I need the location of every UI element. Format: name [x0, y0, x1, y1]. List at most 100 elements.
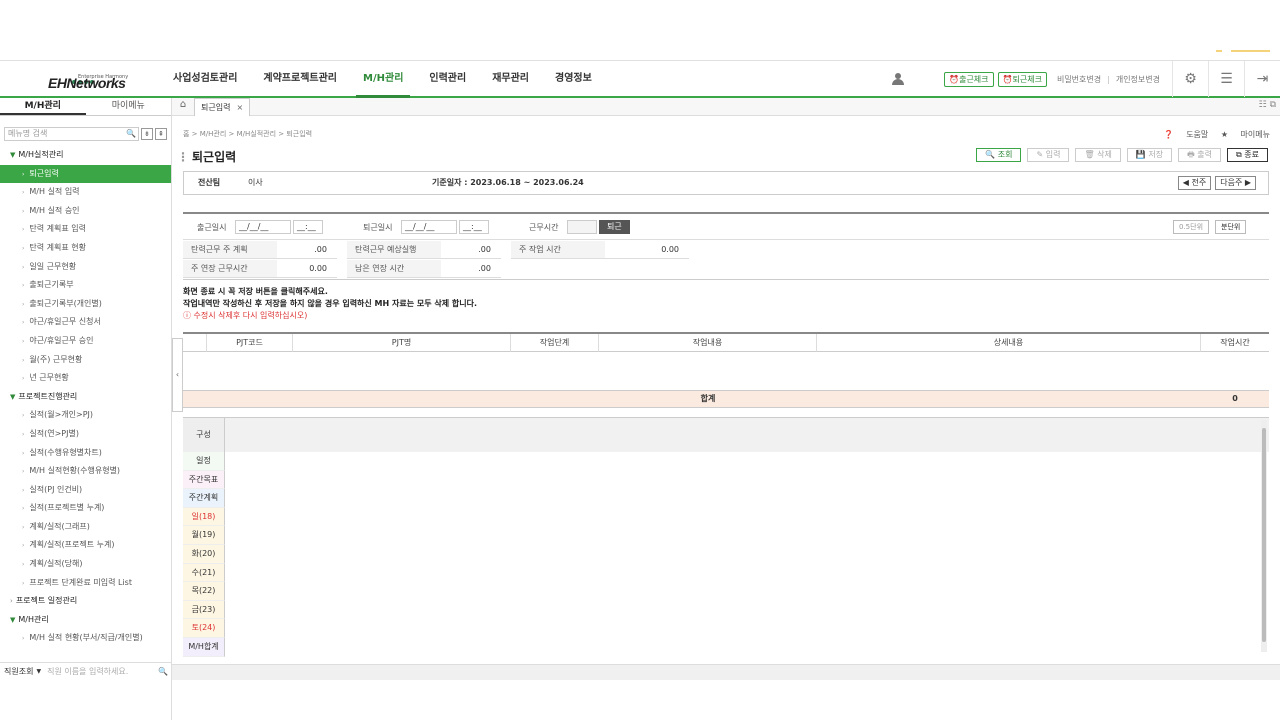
unit-half-button[interactable]: 0.5단위	[1173, 220, 1210, 234]
leave-button[interactable]: 퇴근	[599, 220, 630, 234]
tree-group-0[interactable]: ▼ M/H실적관리	[0, 146, 171, 165]
menu-icon[interactable]: ☰	[1208, 61, 1244, 97]
header-right: ⏰출근체크 ⏰퇴근체크 비밀번호변경 | 개인정보변경 ⚙ ☰ ⇥	[892, 61, 1280, 97]
sidebar-item[interactable]: › 야근/휴일근무 승인	[0, 332, 171, 351]
tab-mh[interactable]: M/H관리	[0, 98, 86, 115]
home-icon[interactable]: ⌂	[174, 99, 192, 115]
gnb-menu-1[interactable]: 계약프로젝트관리	[250, 61, 350, 97]
col-pjt-code[interactable]: PJT코드	[207, 334, 293, 352]
checkin-button[interactable]: ⏰출근체크	[944, 71, 994, 87]
close-icon[interactable]: ×	[236, 103, 243, 112]
menu-search-input[interactable]: 메뉴명 검색 🔍	[4, 127, 139, 141]
settings-gear-icon[interactable]: ⚙	[1172, 61, 1208, 97]
tree-group-1[interactable]: ▼ 프로젝트진행관리	[0, 388, 171, 407]
input-button[interactable]: ✎ 입력	[1027, 148, 1070, 162]
worktime-input[interactable]	[567, 220, 597, 234]
profile-change-link[interactable]: 개인정보변경	[1116, 74, 1160, 85]
exit-button[interactable]: ⧉ 종료	[1227, 148, 1268, 162]
sidebar-item[interactable]: › M/H 실적 현황(부서/직급/개인별)	[0, 629, 171, 648]
chevron-right-icon: ›	[22, 337, 25, 345]
sidebar-item[interactable]: › M/H 실적현황(수행유형별)	[0, 462, 171, 481]
gnb-menu-5[interactable]: 경영정보	[542, 61, 605, 97]
chevron-down-icon: ▼	[10, 151, 16, 159]
mymenu-label: 마이메뉴	[1240, 130, 1270, 139]
tree-group-3[interactable]: ▼ M/H관리	[0, 611, 171, 630]
sidebar-item[interactable]: › 일일 근무현황	[0, 258, 171, 277]
flex-expect-value: .00	[441, 241, 501, 259]
expand-tree-icon[interactable]: ⇟	[141, 128, 153, 140]
sidebar-item-label: 퇴근입력	[29, 168, 59, 178]
chevron-down-icon: ▼	[10, 615, 16, 624]
list-icon[interactable]: ☷	[1259, 100, 1267, 110]
search-button[interactable]: 🔍 조회	[976, 148, 1022, 162]
chevron-down-icon[interactable]: ▼	[36, 668, 41, 675]
sidebar-item[interactable]: › 탄력 계획표 현황	[0, 239, 171, 258]
sidebar-item[interactable]: › 탄력 계획표 입력	[0, 220, 171, 239]
tree-group-label: M/H관리	[18, 614, 49, 624]
collapse-tree-icon[interactable]: ⇞	[155, 128, 167, 140]
start-time-input[interactable]: __:__	[293, 220, 323, 234]
user-icon[interactable]	[892, 73, 905, 85]
col-stage[interactable]: 작업단계	[511, 334, 599, 352]
employee-search-select[interactable]: 직원조회	[4, 666, 33, 677]
checkout-button[interactable]: ⏰퇴근체크	[997, 71, 1047, 87]
alert-icon: ⓘ	[183, 311, 194, 320]
chevron-right-icon: ›	[22, 375, 25, 383]
tab-label: 퇴근입력	[201, 103, 231, 112]
tab-mymenu[interactable]: 마이메뉴	[86, 98, 172, 115]
sidebar-item[interactable]: › 월(주) 근무현황	[0, 351, 171, 370]
next-week-button[interactable]: 다음주 ▶	[1215, 176, 1256, 190]
vertical-scrollbar[interactable]	[1261, 420, 1267, 652]
gnb-menu-0[interactable]: 사업성검토관리	[160, 61, 250, 97]
sidebar-item[interactable]: › 년 근무현황	[0, 369, 171, 388]
sidebar-item[interactable]: › 야근/휴일근무 신청서	[0, 313, 171, 332]
col-content[interactable]: 작업내용	[599, 334, 817, 352]
chevron-right-icon: ›	[22, 300, 25, 308]
schedule-row-label: 금(23)	[183, 600, 225, 620]
print-button[interactable]: 🖶 출력	[1178, 148, 1221, 162]
help-link[interactable]: ❓ 도움말	[1164, 130, 1209, 139]
col-pjt-name[interactable]: PJT명	[293, 334, 511, 352]
sidebar-item[interactable]: › 출퇴근기록부(개인별)	[0, 295, 171, 314]
close-all-icon[interactable]: ⧉	[1270, 100, 1276, 110]
schedule-row-label: 월(19)	[183, 526, 225, 545]
col-hours[interactable]: 작업시간	[1201, 334, 1269, 352]
schedule-header: 구성	[183, 418, 225, 452]
sidebar-item[interactable]: › 계획/실적(당해)	[0, 555, 171, 574]
sidebar-item[interactable]: › 실적(PJ 인건비)	[0, 481, 171, 500]
save-button[interactable]: 💾 저장	[1126, 148, 1173, 162]
sidebar-item[interactable]: › 출퇴근기록부	[0, 276, 171, 295]
col-detail[interactable]: 상세내용	[817, 334, 1201, 352]
logo[interactable]: Enterprise Harmony EHNetworks	[44, 67, 134, 95]
unit-minute-button[interactable]: 분단위	[1215, 220, 1247, 234]
password-change-link[interactable]: 비밀번호변경	[1057, 74, 1101, 85]
gnb-menu-4[interactable]: 재무관리	[479, 61, 542, 97]
sidebar-item[interactable]: › 퇴근입력	[0, 164, 171, 184]
start-date-input[interactable]: __/__/__	[235, 220, 291, 234]
employee-search-input[interactable]: 직원 이름을 입력하세요.	[47, 666, 158, 677]
prev-week-button[interactable]: ◀ 전주	[1177, 176, 1212, 190]
sum-label: 합계	[700, 394, 716, 403]
sidebar-collapse-handle[interactable]: ‹	[172, 338, 183, 412]
logout-icon[interactable]: ⇥	[1244, 61, 1280, 97]
tab-leave-input[interactable]: 퇴근입력 ×	[194, 98, 251, 116]
sidebar-item[interactable]: › 프로젝트 단계완료 미입력 List	[0, 574, 171, 593]
sidebar-item[interactable]: › 실적(수행유형별차트)	[0, 444, 171, 463]
sidebar-item[interactable]: › M/H 실적 입력	[0, 183, 171, 202]
sidebar-item[interactable]: › 계획/실적(그래프)	[0, 518, 171, 537]
sidebar-item[interactable]: › 실적(연>PJ별)	[0, 425, 171, 444]
page-title-text: 퇴근입력	[192, 150, 237, 164]
gnb-menu-2[interactable]: M/H관리	[350, 61, 416, 98]
gnb-menu-3[interactable]: 인력관리	[416, 61, 479, 97]
end-time-input[interactable]: __:__	[459, 220, 489, 234]
tree-group-2[interactable]: › 프로젝트 일정관리	[0, 592, 171, 611]
sidebar-item[interactable]: › 실적(프로젝트별 누계)	[0, 499, 171, 518]
sidebar-item[interactable]: › 계획/실적(프로젝트 누계)	[0, 536, 171, 555]
search-icon[interactable]: 🔍	[158, 667, 168, 676]
delete-button[interactable]: 🗑 삭제	[1075, 148, 1121, 162]
sidebar-item[interactable]: › M/H 실적 승인	[0, 202, 171, 221]
end-date-input[interactable]: __/__/__	[401, 220, 457, 234]
mymenu-link[interactable]: ★ 마이메뉴	[1221, 130, 1270, 139]
sidebar-item[interactable]: › 실적(월>개인>PJ)	[0, 406, 171, 425]
search-icon[interactable]: 🔍	[126, 128, 136, 140]
